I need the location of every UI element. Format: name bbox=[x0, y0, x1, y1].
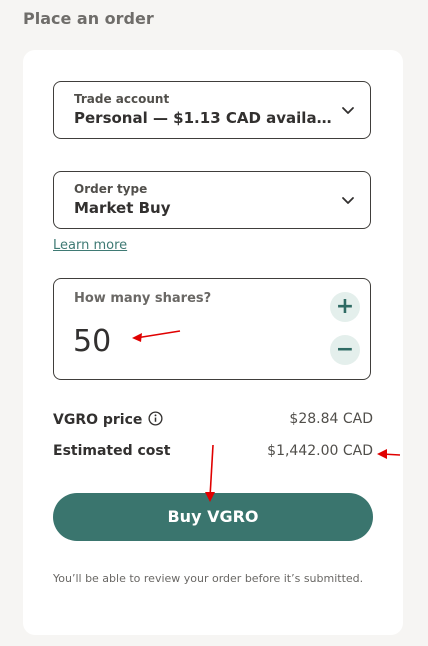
estimated-cost-label: Estimated cost bbox=[53, 443, 171, 459]
price-label: VGRO price bbox=[53, 412, 143, 428]
trade-account-select[interactable]: Trade account Personal — $1.13 CAD avail… bbox=[53, 81, 371, 139]
buy-button[interactable]: Buy VGRO bbox=[53, 493, 373, 541]
learn-more-link[interactable]: Learn more bbox=[53, 238, 127, 253]
price-row: VGRO price $28.84 CAD bbox=[53, 411, 373, 431]
order-page: Place an order Trade account Personal — … bbox=[0, 0, 428, 646]
price-label-group: VGRO price bbox=[53, 411, 163, 428]
chevron-down-icon bbox=[342, 197, 354, 204]
order-type-select[interactable]: Order type Market Buy bbox=[53, 171, 371, 229]
trade-account-value: Personal — $1.13 CAD availa… bbox=[74, 109, 332, 127]
info-icon[interactable] bbox=[148, 411, 163, 426]
order-type-label: Order type bbox=[74, 182, 148, 196]
estimated-cost-row: Estimated cost $1,442.00 CAD bbox=[53, 443, 373, 463]
order-card: Trade account Personal — $1.13 CAD avail… bbox=[23, 50, 403, 635]
chevron-down-icon bbox=[342, 107, 354, 114]
estimated-cost-value: $1,442.00 CAD bbox=[267, 443, 373, 459]
review-note: You’ll be able to review your order befo… bbox=[53, 572, 364, 585]
plus-icon[interactable]: + bbox=[330, 292, 360, 322]
price-value: $28.84 CAD bbox=[289, 411, 373, 427]
minus-icon[interactable]: − bbox=[330, 335, 360, 365]
shares-label: How many shares? bbox=[74, 291, 212, 306]
trade-account-label: Trade account bbox=[74, 92, 170, 106]
shares-quantity-input[interactable]: 50 bbox=[73, 324, 111, 359]
page-title: Place an order bbox=[23, 9, 154, 28]
shares-input-box[interactable]: How many shares? 50 + − bbox=[53, 278, 371, 380]
order-type-value: Market Buy bbox=[74, 199, 171, 217]
